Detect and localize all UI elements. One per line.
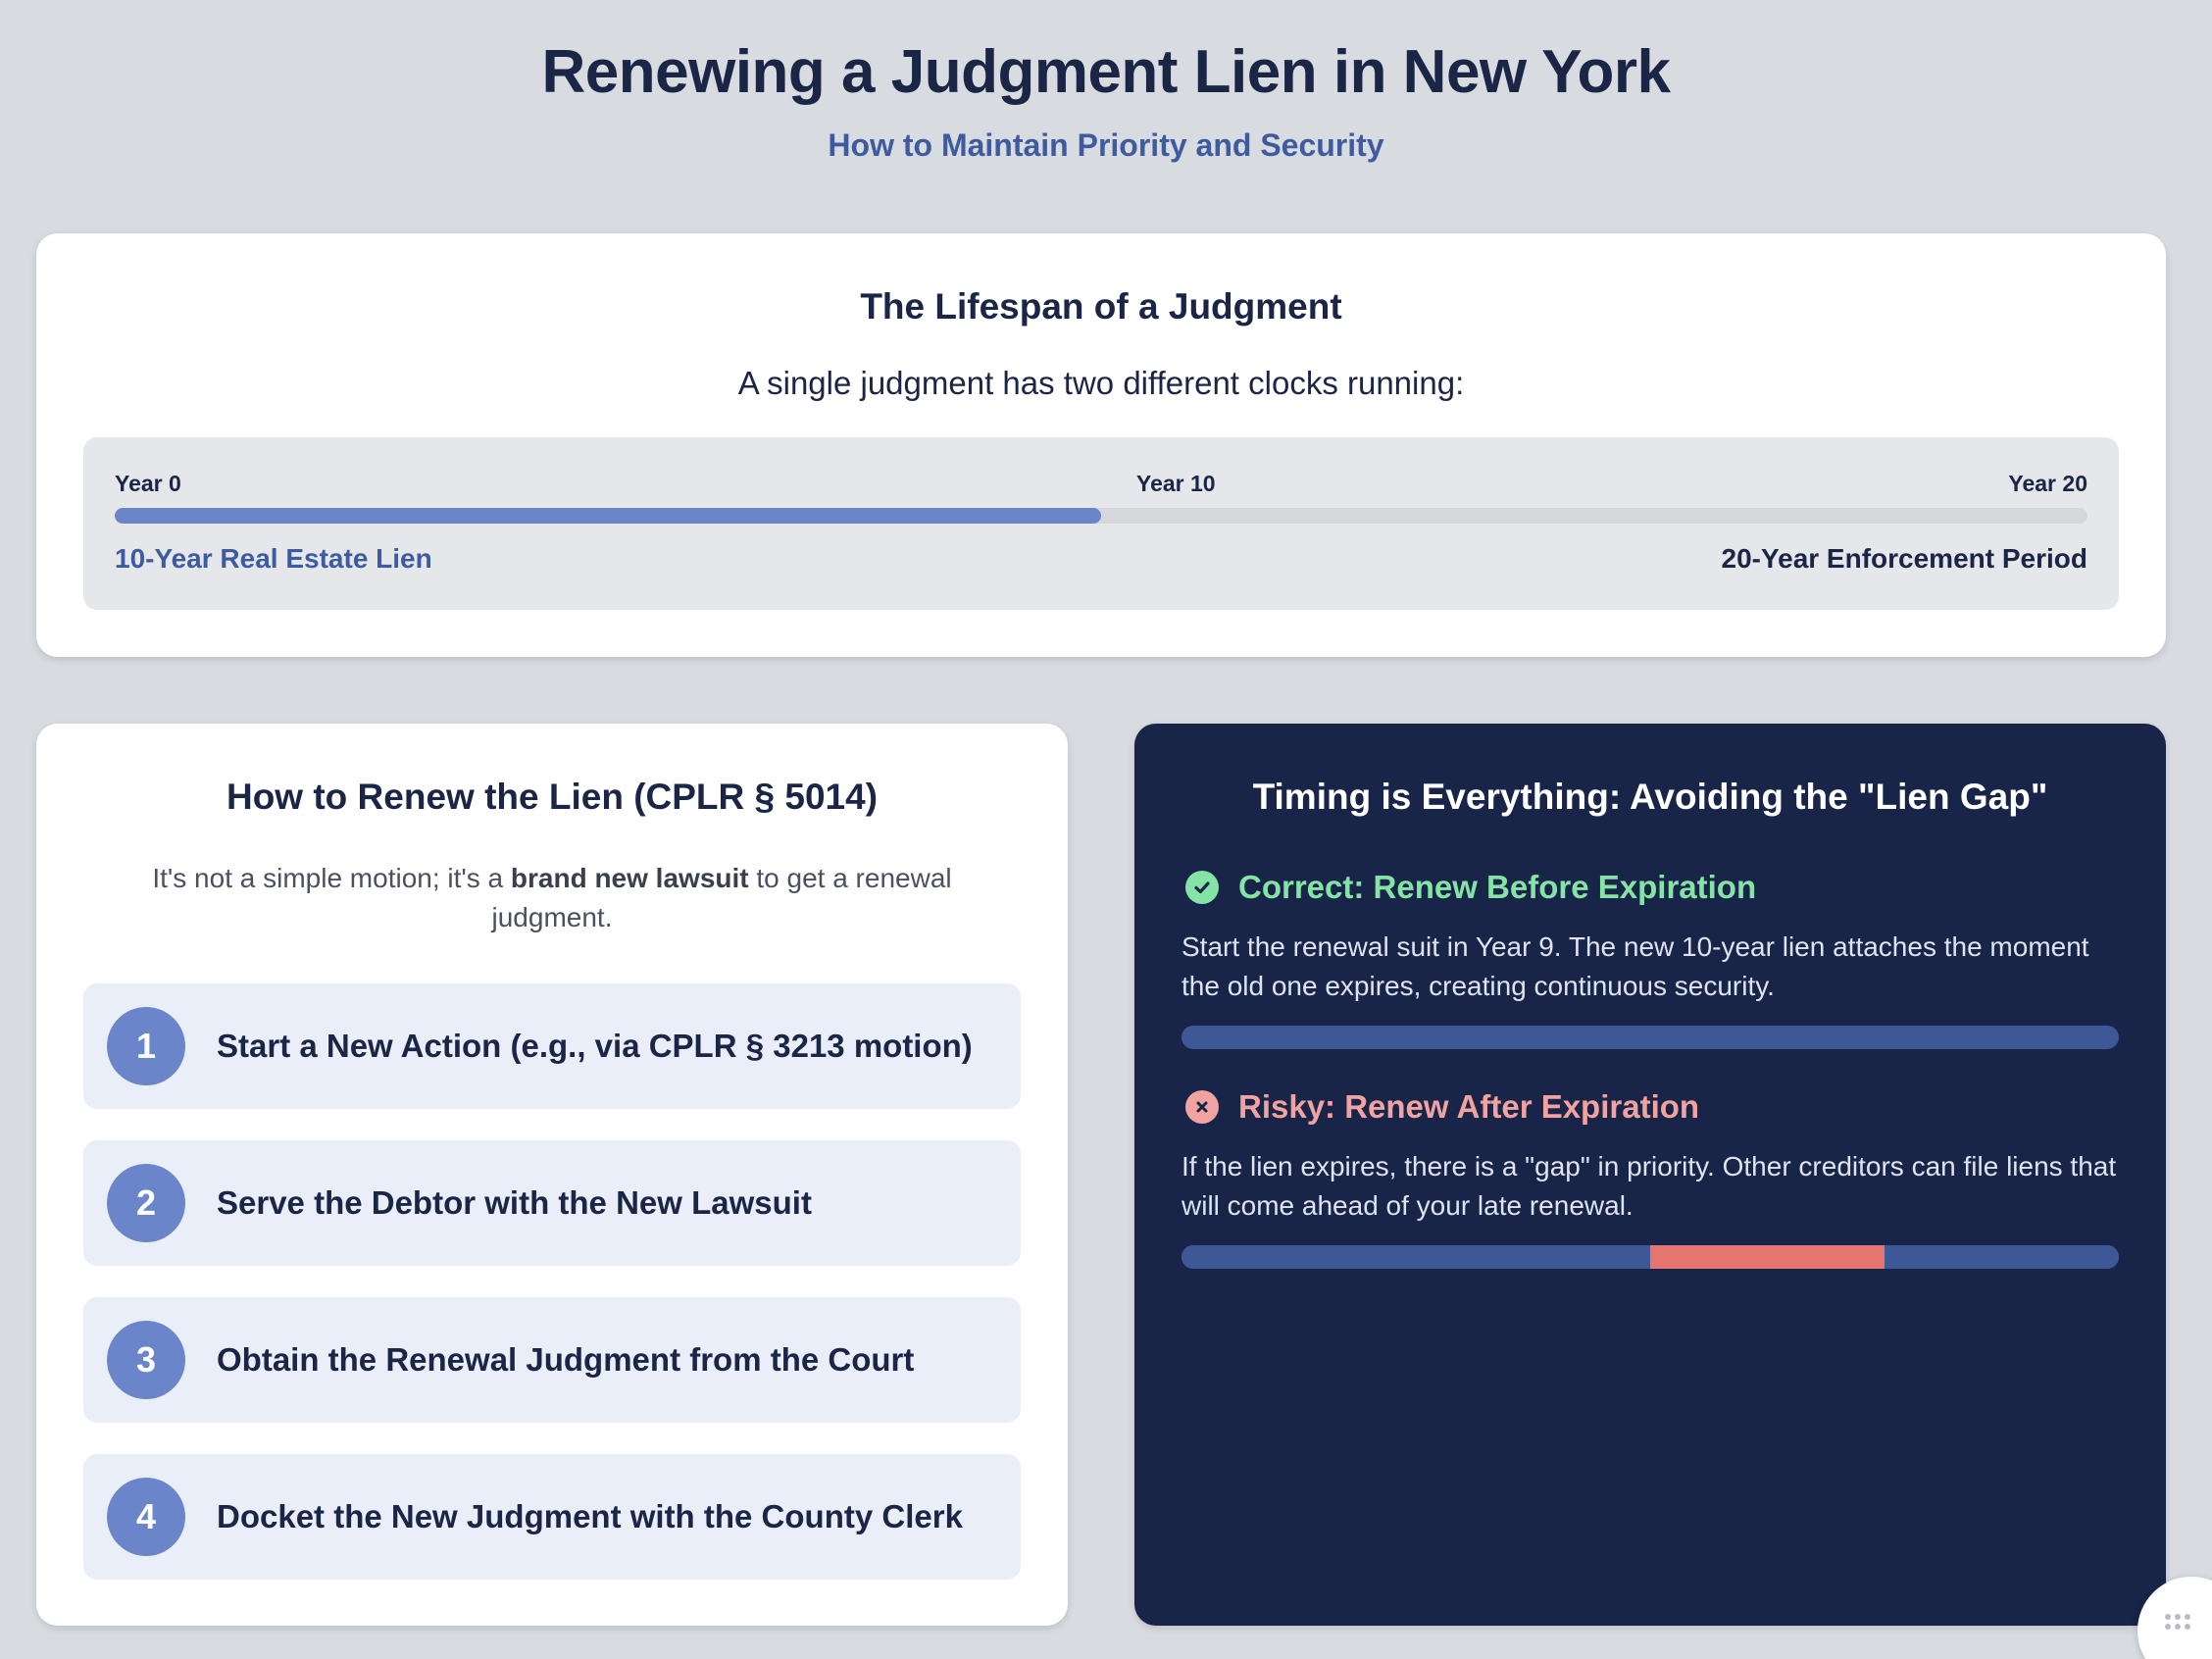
step-text: Obtain the Renewal Judgment from the Cou…	[217, 1341, 915, 1378]
step-item: 1 Start a New Action (e.g., via CPLR § 3…	[83, 983, 1021, 1109]
step-text: Docket the New Judgment with the County …	[217, 1498, 963, 1534]
correct-scenario: Correct: Renew Before Expiration Start t…	[1181, 869, 2119, 1049]
renew-description: It's not a simple motion; it's a brand n…	[111, 859, 993, 937]
gap-coverage-bar	[1181, 1245, 2119, 1269]
page-header: Renewing a Judgment Lien in New York How…	[0, 0, 2212, 164]
timeline: Year 0 Year 10 Year 20 10-Year Real Esta…	[83, 437, 2119, 610]
lien-period-label: 10-Year Real Estate Lien	[115, 543, 432, 574]
lien-gap-segment	[1650, 1245, 1885, 1269]
check-circle-icon	[1185, 871, 1219, 904]
tick-year-0: Year 0	[115, 471, 181, 496]
step-number: 4	[107, 1478, 185, 1556]
step-text: Serve the Debtor with the New Lawsuit	[217, 1184, 812, 1221]
timeline-track	[115, 508, 2087, 524]
correct-heading-row: Correct: Renew Before Expiration	[1181, 869, 2119, 906]
step-number: 2	[107, 1164, 185, 1242]
lifespan-description: A single judgment has two different cloc…	[737, 365, 1465, 401]
old-lien-segment	[1181, 1245, 1650, 1269]
late-renewal-segment	[1885, 1245, 2119, 1269]
renew-title: How to Renew the Lien (CPLR § 5014)	[226, 777, 879, 817]
timing-title: Timing is Everything: Avoiding the "Lien…	[1252, 777, 2048, 817]
timing-card: Timing is Everything: Avoiding the "Lien…	[1134, 724, 2166, 1626]
step-number: 3	[107, 1321, 185, 1399]
risky-heading: Risky: Renew After Expiration	[1238, 1088, 1700, 1125]
tick-year-10: Year 10	[1136, 471, 1216, 496]
lifespan-title: The Lifespan of a Judgment	[860, 286, 1342, 327]
step-item: 4 Docket the New Judgment with the Count…	[83, 1454, 1021, 1580]
step-text: Start a New Action (e.g., via CPLR § 321…	[217, 1028, 973, 1064]
correct-heading: Correct: Renew Before Expiration	[1238, 869, 1757, 905]
risky-scenario: Risky: Renew After Expiration If the lie…	[1181, 1088, 2119, 1269]
coverage-segment	[1181, 1026, 2119, 1049]
x-circle-icon	[1185, 1090, 1219, 1124]
risky-body: If the lien expires, there is a "gap" in…	[1181, 1151, 2117, 1221]
page-title: Renewing a Judgment Lien in New York	[541, 38, 1671, 106]
renew-desc-bold: brand new lawsuit	[510, 863, 749, 893]
risky-heading-row: Risky: Renew After Expiration	[1181, 1088, 2119, 1126]
continuous-coverage-bar	[1181, 1026, 2119, 1049]
lien-period-fill	[115, 508, 1101, 524]
renew-steps-card: How to Renew the Lien (CPLR § 5014) It's…	[36, 724, 1068, 1626]
step-number: 1	[107, 1007, 185, 1085]
step-item: 3 Obtain the Renewal Judgment from the C…	[83, 1297, 1021, 1423]
enforcement-period-label: 20-Year Enforcement Period	[1721, 543, 2087, 574]
page: Renewing a Judgment Lien in New York How…	[0, 0, 2212, 1659]
step-item: 2 Serve the Debtor with the New Lawsuit	[83, 1140, 1021, 1266]
correct-body: Start the renewal suit in Year 9. The ne…	[1181, 931, 2089, 1001]
page-subtitle: How to Maintain Priority and Security	[828, 127, 1384, 163]
tick-year-20: Year 20	[2008, 471, 2087, 496]
renew-desc-before: It's not a simple motion; it's a	[152, 863, 511, 893]
grip-dots-icon	[2165, 1614, 2190, 1630]
lifespan-card: The Lifespan of a Judgment A single judg…	[36, 233, 2166, 657]
